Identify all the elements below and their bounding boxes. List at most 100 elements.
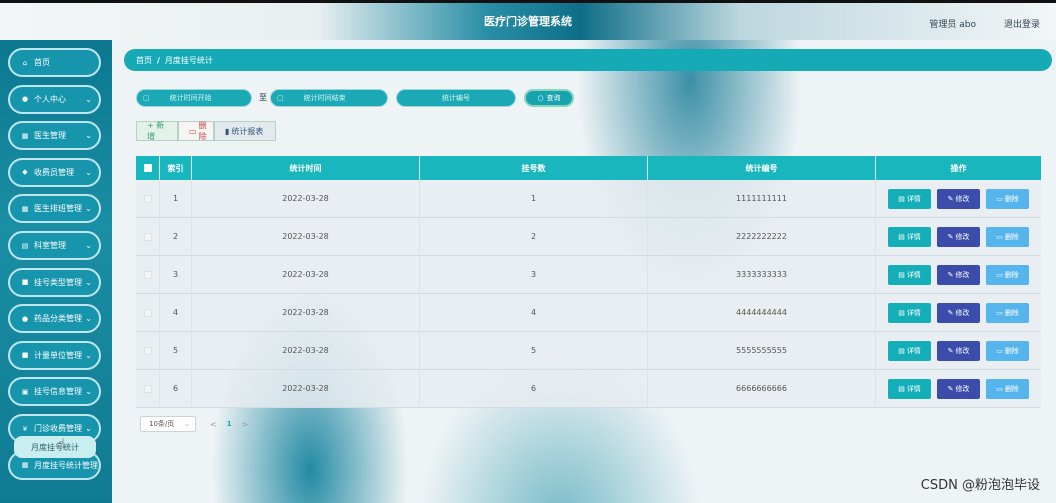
cell-ops: ▤ 详情 ✎ 修改 ▭ 删除	[876, 332, 1041, 369]
detail-button[interactable]: ▤ 详情	[888, 340, 931, 361]
sidebar-item-4[interactable]: ▦ 医生排班管理 ⌄	[8, 194, 101, 224]
document-icon: ▤	[898, 270, 905, 279]
pencil-icon: ✎	[947, 384, 954, 393]
delete-row-button[interactable]: ▭ 删除	[986, 226, 1029, 247]
report-button[interactable]: ▮ 统计报表	[214, 121, 276, 141]
sidebar-item-label: 医生排班管理	[34, 204, 82, 214]
sidebar-item-0[interactable]: ⌂ 首页	[8, 48, 101, 77]
sidebar-subitem-monthly-stats[interactable]: 月度挂号统计	[14, 436, 96, 458]
cell-count: 2	[420, 218, 648, 255]
row-checkbox[interactable]	[136, 370, 160, 407]
next-page-button[interactable]: >	[242, 420, 249, 429]
chevron-down-icon: ⌄	[85, 424, 92, 433]
sidebar-item-8[interactable]: ■ 计量单位管理 ⌄	[8, 340, 101, 370]
cell-ops: ▤ 详情 ✎ 修改 ▭ 删除	[876, 294, 1041, 331]
cell-time: 2022-03-28	[192, 218, 420, 255]
row-checkbox[interactable]	[136, 256, 160, 293]
sidebar-item-6[interactable]: ■ 挂号类型管理 ⌄	[8, 267, 101, 297]
chevron-down-icon: ⌄	[85, 167, 92, 177]
detail-button[interactable]: ▤ 详情	[888, 302, 931, 323]
prev-page-button[interactable]: <	[210, 420, 217, 429]
detail-button[interactable]: ▤ 详情	[888, 264, 931, 285]
delete-row-button[interactable]: ▭ 删除	[986, 302, 1029, 323]
cell-ops: ▤ 详情 ✎ 修改 ▭ 删除	[876, 218, 1041, 255]
to-label: 至	[259, 93, 267, 102]
chevron-down-icon: ⌄	[85, 387, 92, 397]
grid-icon: ▦	[21, 131, 29, 140]
cell-time: 2022-03-28	[192, 370, 420, 407]
sidebar-item-7[interactable]: ● 药品分类管理 ⌄	[8, 304, 101, 334]
breadcrumb: 首页 / 月度挂号统计	[124, 49, 1052, 71]
delete-row-button[interactable]: ▭ 删除	[986, 378, 1029, 399]
cell-count: 1	[420, 180, 648, 217]
trash-icon: ▭	[189, 126, 197, 136]
header-ops: 操作	[950, 163, 967, 173]
delete-row-button[interactable]: ▭ 删除	[986, 264, 1029, 285]
document-icon: ▤	[898, 384, 905, 393]
table-row: 2 2022-03-28 2 2222222222 ▤ 详情 ✎ 修改 ▭ 删除	[136, 218, 1041, 256]
logout-link[interactable]: 退出登录	[1004, 17, 1040, 30]
cell-index: 6	[160, 370, 192, 407]
end-time-input[interactable]: ▢ 统计时间结束	[270, 89, 388, 107]
edit-button[interactable]: ✎ 修改	[937, 188, 980, 209]
cell-count: 3	[420, 256, 648, 293]
home-icon: ⌂	[22, 58, 28, 67]
add-button[interactable]: + 新增	[136, 121, 178, 141]
sidebar-item-9[interactable]: ▣ 挂号信息管理 ⌄	[8, 377, 101, 407]
table-body: 1 2022-03-28 1 1111111111 ▤ 详情 ✎ 修改 ▭ 删除 2 2022-03-…	[136, 180, 1041, 408]
delete-row-button[interactable]: ▭ 删除	[986, 188, 1029, 209]
edit-button[interactable]: ✎ 修改	[937, 302, 980, 323]
cell-index: 2	[160, 218, 192, 255]
sidebar-item-1[interactable]: ● 个人中心 ⌄	[8, 84, 101, 114]
sidebar-item-5[interactable]: ▤ 科室管理 ⌄	[8, 231, 101, 260]
table-row: 4 2022-03-28 4 4444444444 ▤ 详情 ✎ 修改 ▭ 删除	[136, 294, 1041, 332]
sidebar-item-2[interactable]: ▦ 医生管理 ⌄	[8, 121, 101, 151]
delete-row-button[interactable]: ▭ 删除	[986, 340, 1029, 361]
detail-button[interactable]: ▤ 详情	[888, 188, 931, 209]
edit-button[interactable]: ✎ 修改	[937, 226, 980, 247]
detail-button[interactable]: ▤ 详情	[888, 226, 931, 247]
pencil-icon: ✎	[947, 308, 954, 317]
breadcrumb-home[interactable]: 首页	[136, 55, 152, 66]
sidebar-item-3[interactable]: ◆ 收费员管理 ⌄	[8, 157, 101, 187]
hospital-icon: ▤	[21, 241, 29, 250]
page-number[interactable]: 1	[227, 420, 232, 428]
sidebar-item-label: 科室管理	[34, 241, 66, 250]
cell-time: 2022-03-28	[192, 180, 420, 217]
edit-button[interactable]: ✎ 修改	[937, 340, 980, 361]
cell-index: 5	[160, 332, 192, 369]
table-row: 3 2022-03-28 3 3333333333 ▤ 详情 ✎ 修改 ▭ 删除	[136, 256, 1041, 294]
grid-icon: ▦	[21, 204, 29, 213]
pencil-icon: ✎	[947, 270, 954, 279]
select-all-checkbox[interactable]	[136, 156, 160, 180]
row-checkbox[interactable]	[136, 180, 160, 217]
pencil-icon: ✎	[947, 194, 954, 203]
table-row: 1 2022-03-28 1 1111111111 ▤ 详情 ✎ 修改 ▭ 删除	[136, 180, 1041, 218]
code-input[interactable]: 统计编号	[396, 89, 516, 107]
app-title: 医疗门诊管理系统	[484, 15, 572, 28]
search-button[interactable]: ○ 查询	[524, 89, 574, 107]
edit-button[interactable]: ✎ 修改	[937, 264, 980, 285]
cell-ops: ▤ 详情 ✎ 修改 ▭ 删除	[876, 256, 1041, 293]
header-time: 统计时间	[192, 156, 420, 180]
document-icon: ▤	[898, 232, 905, 241]
edit-button[interactable]: ✎ 修改	[937, 378, 980, 399]
code-placeholder: 统计编号	[442, 94, 470, 102]
document-icon: ■	[21, 351, 29, 360]
cell-ops: ▤ 详情 ✎ 修改 ▭ 删除	[876, 180, 1041, 217]
start-time-input[interactable]: ▢ 统计时间开始	[136, 89, 252, 107]
cell-code: 3333333333	[648, 256, 876, 293]
row-checkbox[interactable]	[136, 218, 160, 255]
sidebar-item-label: 月度挂号统计管理	[34, 460, 98, 470]
sidebar-item-label: 门诊收费管理	[34, 424, 82, 433]
page-size-select[interactable]: 10条/页 ⌄	[140, 416, 196, 432]
trash-icon: ▭	[996, 346, 1003, 355]
breadcrumb-separator: /	[157, 55, 160, 65]
trash-icon: ▭	[996, 194, 1003, 203]
admin-label: 管理员 abo	[929, 20, 976, 30]
delete-button[interactable]: ▭ 删除	[178, 121, 214, 141]
detail-button[interactable]: ▤ 详情	[888, 378, 931, 399]
header-count: 挂号数	[420, 156, 648, 180]
row-checkbox[interactable]	[136, 294, 160, 331]
row-checkbox[interactable]	[136, 332, 160, 369]
